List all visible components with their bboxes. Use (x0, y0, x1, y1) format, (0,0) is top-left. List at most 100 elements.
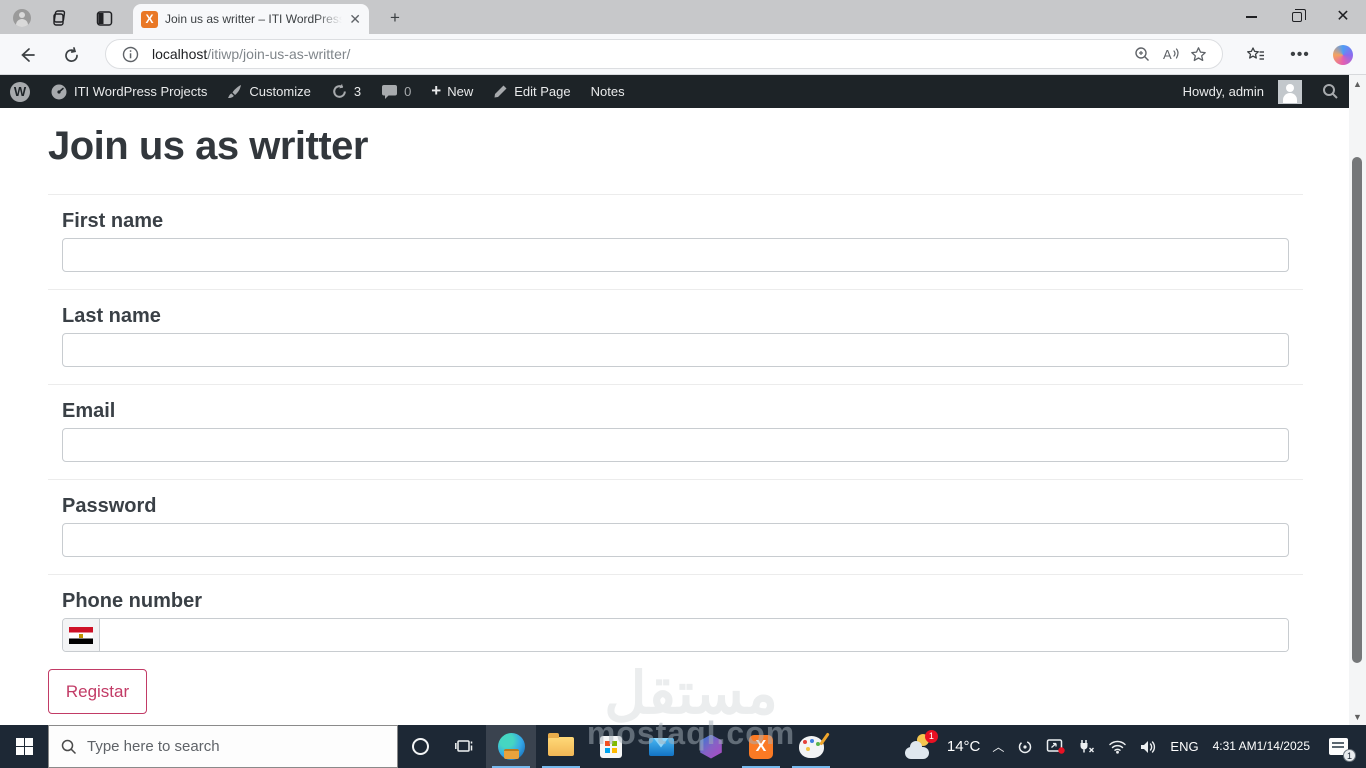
customize-menu[interactable]: Customize (217, 75, 320, 108)
last-name-input[interactable] (62, 333, 1289, 367)
svg-text:A: A (1163, 47, 1172, 62)
site-info-icon[interactable] (116, 42, 144, 66)
country-flag-selector[interactable] (63, 619, 100, 651)
favorite-star-icon[interactable] (1184, 42, 1212, 66)
window-controls: ✕ (1228, 0, 1366, 34)
url-host: localhost (152, 46, 208, 62)
page-scrollbar[interactable]: ▲ ▼ (1349, 75, 1366, 725)
weather-badge: 1 (924, 729, 938, 743)
chevron-up-icon: ︿ (992, 740, 1005, 754)
file-explorer-icon (548, 733, 574, 756)
user-avatar (1278, 79, 1302, 104)
brush-icon (818, 731, 830, 746)
taskbar-edge-button[interactable] (486, 725, 536, 768)
language-indicator[interactable]: ENG (1164, 725, 1204, 768)
settings-menu-icon[interactable]: ••• (1287, 43, 1313, 67)
edit-page-menu[interactable]: Edit Page (483, 75, 580, 108)
divider (48, 574, 1303, 575)
wp-admin-bar: W ITI WordPress Projects Customize 3 0 +… (0, 75, 1349, 108)
mostaql-watermark-domain: mostaql.com (586, 715, 796, 751)
close-button[interactable]: ✕ (1320, 0, 1366, 34)
xampp-favicon-icon: X (141, 10, 158, 28)
dashboard-gauge-icon (51, 84, 67, 99)
profile-icon[interactable] (11, 7, 33, 29)
screen-share-button[interactable] (1040, 725, 1071, 768)
first-name-label: First name (62, 210, 164, 232)
power-status-button[interactable] (1071, 725, 1102, 768)
url-path: /itiwp/join-us-as-writter/ (207, 46, 351, 62)
notes-menu[interactable]: Notes (581, 75, 635, 108)
tab-close-icon[interactable]: ✕ (349, 11, 361, 28)
zoom-icon[interactable] (1128, 42, 1156, 66)
wp-logo-menu[interactable]: W (0, 75, 40, 108)
favorites-bar-icon[interactable] (1243, 43, 1269, 67)
battery-plug-icon (1080, 740, 1095, 753)
refresh-button[interactable] (59, 43, 83, 67)
briefcase-overlay-icon (503, 749, 519, 759)
back-button[interactable] (15, 43, 39, 67)
plus-icon: + (431, 81, 442, 100)
register-button[interactable]: Registar (48, 669, 147, 714)
site-name-menu[interactable]: ITI WordPress Projects (40, 75, 217, 108)
screen-share-icon (1047, 739, 1066, 754)
close-icon: ✕ (1336, 8, 1350, 25)
copilot-orb (1333, 45, 1353, 65)
search-icon (1323, 84, 1338, 99)
copilot-icon[interactable] (1330, 43, 1356, 67)
updates-icon (333, 83, 346, 98)
start-button[interactable] (0, 725, 48, 768)
comment-count: 0 (404, 84, 412, 99)
taskbar-file-explorer-button[interactable] (536, 725, 586, 768)
windows-logo-icon (15, 738, 33, 755)
restore-button[interactable] (1274, 0, 1320, 34)
task-view-icon (454, 740, 472, 752)
scrollbar-thumb[interactable] (1352, 157, 1362, 663)
wifi-button[interactable] (1102, 725, 1133, 768)
my-account-menu[interactable]: Howdy, admin (1173, 75, 1312, 108)
address-bar[interactable]: localhost/itiwp/join-us-as-writter/ A (105, 39, 1223, 69)
email-label: Email (62, 400, 116, 422)
taskbar-search[interactable]: Type here to search (48, 725, 398, 768)
clock[interactable]: 4:31 AM 1/14/2025 (1205, 725, 1318, 768)
first-name-input[interactable] (62, 238, 1289, 272)
workspaces-icon[interactable] (49, 7, 71, 29)
notes-label: Notes (590, 84, 625, 99)
cortana-button[interactable] (398, 725, 442, 768)
browser-titlebar: X Join us as writter – ITI WordPress ✕ +… (0, 0, 1366, 34)
phone-number-input[interactable] (100, 619, 1288, 651)
scroll-up-arrow[interactable]: ▲ (1349, 75, 1366, 92)
task-view-button[interactable] (442, 725, 486, 768)
meet-now-button[interactable] (1010, 725, 1040, 768)
admin-bar-right: Howdy, admin (1173, 75, 1349, 108)
page-title: Join us as writter (48, 124, 368, 168)
email-input[interactable] (62, 428, 1289, 462)
divider (48, 479, 1303, 480)
split-screen-icon[interactable] (93, 7, 115, 29)
weather-button[interactable]: 1 (899, 725, 941, 768)
temperature-display[interactable]: 14°C (941, 725, 987, 768)
system-tray: 1 14°C ︿ ENG 4:31 AM 1/14/2025 1 (899, 725, 1366, 768)
meet-now-icon (1019, 740, 1032, 753)
egypt-flag-icon (69, 626, 93, 644)
admin-search-button[interactable] (1312, 75, 1349, 108)
url-text: localhost/itiwp/join-us-as-writter/ (152, 46, 1128, 62)
pencil-icon (494, 85, 507, 98)
read-aloud-icon[interactable]: A (1156, 42, 1184, 66)
volume-button[interactable] (1133, 725, 1164, 768)
new-content-menu[interactable]: + New (421, 75, 483, 108)
comments-menu[interactable]: 0 (371, 75, 421, 108)
updates-menu[interactable]: 3 (321, 75, 371, 108)
last-name-label: Last name (62, 305, 161, 327)
divider (48, 194, 1303, 195)
howdy-label: Howdy, admin (1182, 84, 1264, 99)
scroll-down-arrow[interactable]: ▼ (1349, 708, 1366, 725)
new-tab-button[interactable]: + (385, 8, 405, 28)
action-center-button[interactable]: 1 (1318, 725, 1358, 768)
wifi-icon (1109, 740, 1127, 754)
hidden-icons-button[interactable]: ︿ (986, 725, 1010, 768)
minimize-button[interactable] (1228, 0, 1274, 34)
new-label: New (447, 84, 474, 99)
browser-tab[interactable]: X Join us as writter – ITI WordPress ✕ (133, 4, 369, 34)
page-content: Join us as writter First name Last name … (0, 108, 1349, 725)
password-input[interactable] (62, 523, 1289, 557)
